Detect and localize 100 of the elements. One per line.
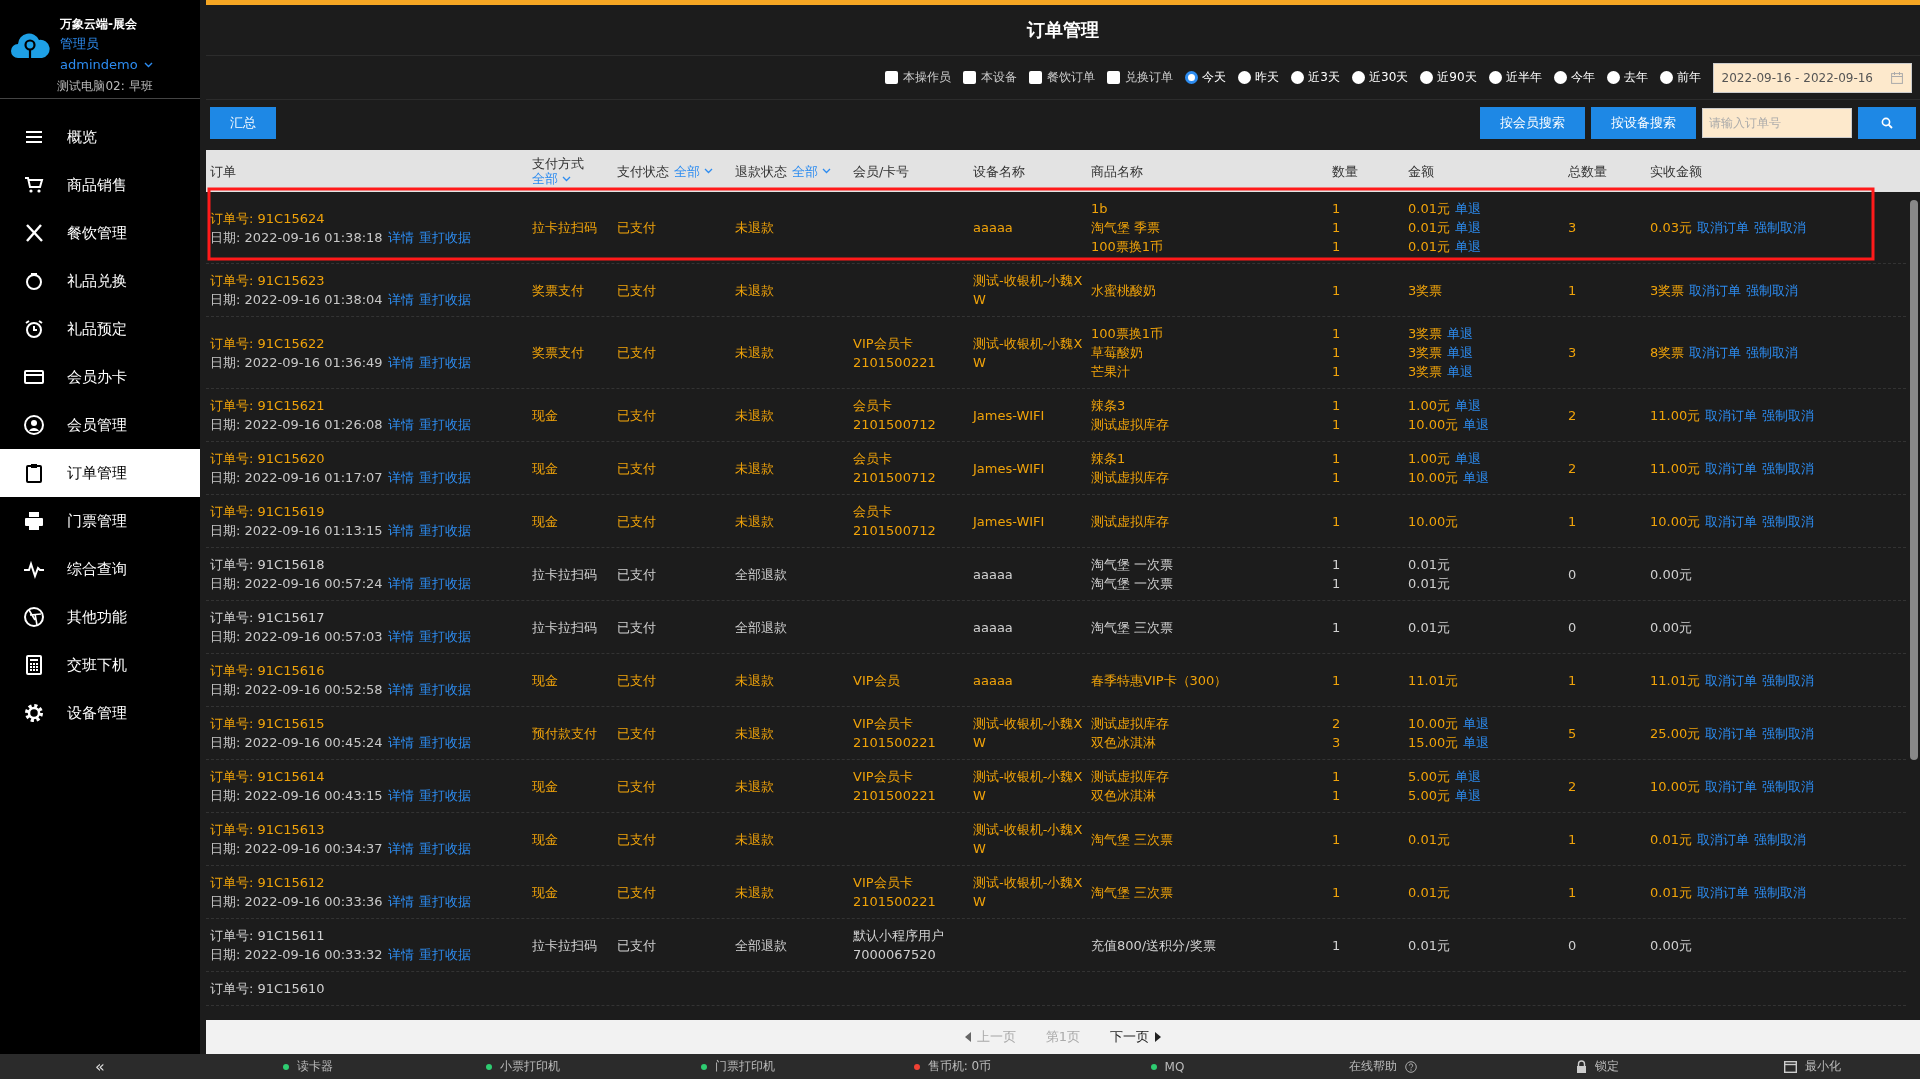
refund-link[interactable]: 单退 [1447,324,1474,343]
pagination-button[interactable]: 下一页 [1110,1028,1162,1046]
order-link[interactable]: 详情 [387,352,414,372]
order-link[interactable]: 重打收据 [418,227,471,247]
column-filter[interactable]: 全部 [674,163,713,179]
refund-link[interactable]: 单退 [1454,767,1481,786]
order-action-link[interactable]: 取消订单 [1696,882,1749,902]
order-action-link[interactable]: 强制取消 [1762,511,1815,531]
search-by-button[interactable]: 按会员搜索 [1480,107,1585,139]
column-filter[interactable]: 全部 [532,171,571,186]
order-link[interactable]: 重打收据 [418,352,471,372]
nav-item[interactable]: 其他功能 [0,593,200,641]
refund-link[interactable]: 单退 [1447,343,1474,362]
refund-link[interactable]: 单退 [1454,218,1481,237]
order-link[interactable]: 重打收据 [418,574,471,593]
order-link[interactable]: 详情 [387,786,414,805]
order-action-link[interactable]: 取消订单 [1705,776,1758,796]
refund-link[interactable]: 单退 [1454,396,1481,415]
order-action-link[interactable]: 强制取消 [1753,218,1806,237]
refund-link[interactable]: 单退 [1454,199,1481,218]
nav-item[interactable]: 餐饮管理 [0,209,200,257]
user-name[interactable]: admindemo [60,54,138,76]
nav-item[interactable]: 订单管理 [0,449,200,497]
nav-item[interactable]: 概览 [0,113,200,161]
order-action-link[interactable]: 取消订单 [1689,280,1742,300]
nav-item[interactable]: 门票管理 [0,497,200,545]
refund-link[interactable]: 单退 [1463,468,1490,487]
order-action-link[interactable]: 取消订单 [1696,218,1749,237]
nav-item[interactable]: 设备管理 [0,689,200,737]
order-link[interactable]: 详情 [387,733,414,752]
order-link[interactable]: 重打收据 [418,680,471,699]
order-action-link[interactable]: 取消订单 [1705,511,1758,531]
order-link[interactable]: 详情 [387,839,414,858]
order-action-link[interactable]: 强制取消 [1753,829,1806,849]
nav-item[interactable]: 会员办卡 [0,353,200,401]
order-action-link[interactable]: 取消订单 [1696,829,1749,849]
order-link[interactable]: 详情 [387,945,414,964]
order-link[interactable]: 重打收据 [418,627,471,646]
status-label[interactable]: 最小化 [1805,1058,1841,1075]
refund-link[interactable]: 单退 [1447,362,1474,381]
order-link[interactable]: 重打收据 [418,290,471,309]
search-by-button[interactable]: 按设备搜索 [1591,107,1696,139]
order-link[interactable]: 详情 [387,468,414,487]
refund-link[interactable]: 单退 [1454,786,1481,805]
order-action-link[interactable]: 强制取消 [1762,723,1815,743]
radio-label[interactable]: 前年 [1676,69,1701,86]
order-link[interactable]: 详情 [387,627,414,646]
radio-label[interactable]: 去年 [1623,69,1648,86]
radio-label[interactable]: 今年 [1570,69,1595,86]
nav-item[interactable]: 综合查询 [0,545,200,593]
order-link[interactable]: 重打收据 [418,415,471,434]
order-action-link[interactable]: 强制取消 [1762,405,1815,425]
collapse-button[interactable]: « [0,1057,200,1076]
refund-link[interactable]: 单退 [1454,237,1481,256]
radio-label[interactable]: 近半年 [1505,69,1542,86]
order-link[interactable]: 详情 [387,680,414,699]
nav-item[interactable]: 礼品兑换 [0,257,200,305]
order-link[interactable]: 重打收据 [418,733,471,752]
order-link[interactable]: 详情 [387,892,414,911]
order-link[interactable]: 详情 [387,521,414,540]
radio-label[interactable]: 近3天 [1308,69,1340,86]
status-label[interactable]: 锁定 [1595,1058,1619,1075]
order-link[interactable]: 详情 [387,574,414,593]
checkbox-label[interactable]: 餐饮订单 [1047,69,1096,86]
order-action-link[interactable]: 强制取消 [1753,882,1806,902]
refund-link[interactable]: 单退 [1454,449,1481,468]
order-search-field[interactable]: 请输入订单号 [1702,108,1852,138]
order-link[interactable]: 重打收据 [418,839,471,858]
checkbox-label[interactable]: 本设备 [981,69,1018,86]
status-label[interactable]: 在线帮助 [1348,1058,1397,1075]
order-action-link[interactable]: 取消订单 [1705,670,1758,690]
nav-item[interactable]: 礼品预定 [0,305,200,353]
checkbox-label[interactable]: 本操作员 [903,69,952,86]
order-link[interactable]: 重打收据 [418,786,471,805]
order-link[interactable]: 详情 [387,227,414,247]
order-link[interactable]: 详情 [387,290,414,309]
radio-label[interactable]: 昨天 [1255,69,1280,86]
checkbox-label[interactable]: 兑换订单 [1125,69,1174,86]
order-action-link[interactable]: 强制取消 [1746,280,1799,300]
order-action-link[interactable]: 取消订单 [1689,343,1742,362]
nav-item[interactable]: 交班下机 [0,641,200,689]
refund-link[interactable]: 单退 [1463,733,1490,752]
order-link[interactable]: 重打收据 [418,945,471,964]
order-link[interactable]: 重打收据 [418,521,471,540]
summary-button[interactable]: 汇总 [210,107,276,139]
radio-label[interactable]: 近30天 [1369,69,1409,86]
order-action-link[interactable]: 取消订单 [1705,405,1758,425]
order-action-link[interactable]: 强制取消 [1762,670,1815,690]
nav-item[interactable]: 商品销售 [0,161,200,209]
refund-link[interactable]: 单退 [1463,714,1490,733]
nav-item[interactable]: 会员管理 [0,401,200,449]
radio-label[interactable]: 今天 [1202,69,1227,86]
order-action-link[interactable]: 取消订单 [1705,458,1758,478]
order-action-link[interactable]: 强制取消 [1746,343,1799,362]
column-filter[interactable]: 全部 [792,163,831,179]
order-link[interactable]: 详情 [387,415,414,434]
order-link[interactable]: 重打收据 [418,468,471,487]
order-action-link[interactable]: 强制取消 [1762,776,1815,796]
radio-label[interactable]: 近90天 [1437,69,1477,86]
refund-link[interactable]: 单退 [1463,415,1490,434]
